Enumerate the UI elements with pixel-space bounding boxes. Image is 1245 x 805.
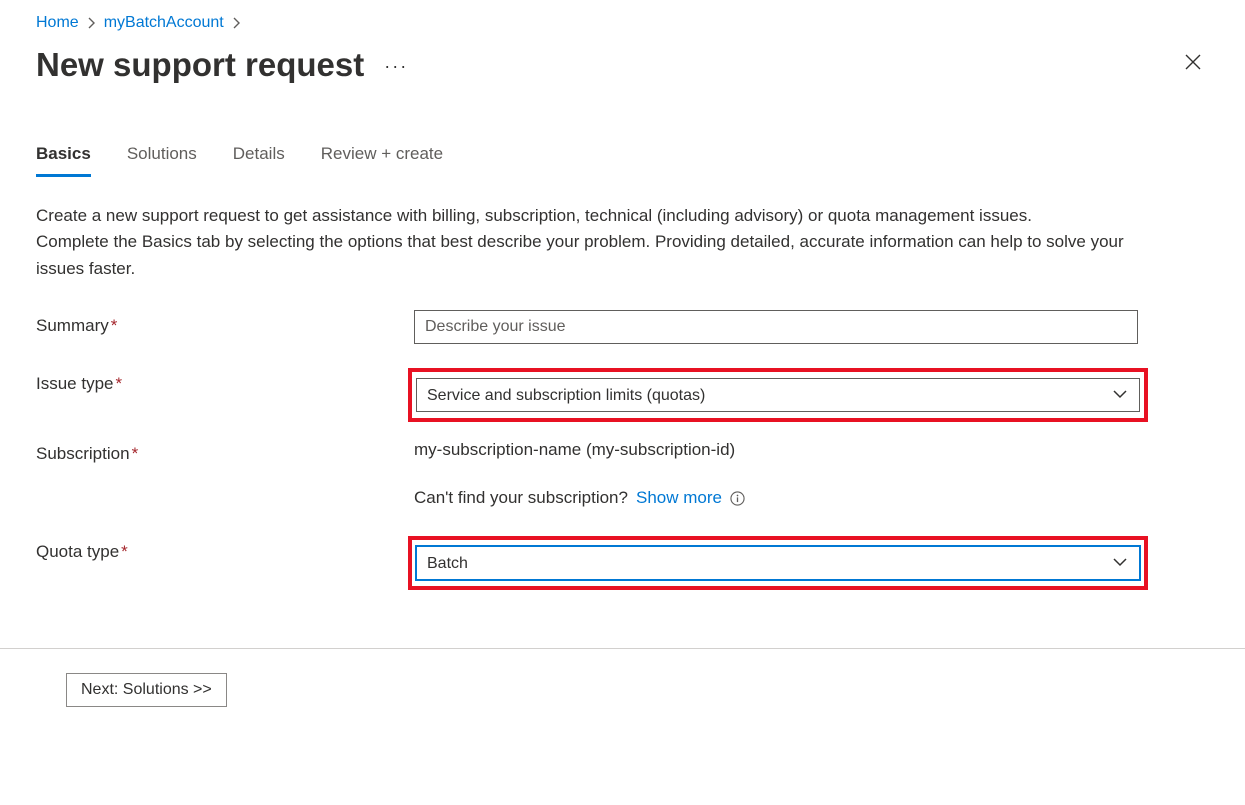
- breadcrumb: Home myBatchAccount: [36, 8, 1209, 46]
- summary-input[interactable]: [414, 310, 1138, 344]
- breadcrumb-home[interactable]: Home: [36, 14, 79, 32]
- tab-basics[interactable]: Basics: [36, 144, 91, 177]
- subscription-label: Subscription*: [36, 438, 414, 464]
- more-menu-button[interactable]: ···: [384, 57, 408, 75]
- subscription-value: my-subscription-name (my-subscription-id…: [414, 438, 1138, 460]
- tab-solutions[interactable]: Solutions: [127, 144, 197, 177]
- close-button[interactable]: [1177, 46, 1209, 78]
- summary-label: Summary*: [36, 310, 414, 336]
- issue-type-select[interactable]: Service and subscription limits (quotas): [416, 378, 1140, 412]
- issue-type-highlight: Service and subscription limits (quotas): [408, 368, 1148, 422]
- next-button[interactable]: Next: Solutions >>: [66, 673, 227, 707]
- chevron-right-icon: [232, 17, 241, 29]
- quota-type-highlight: Batch: [408, 536, 1148, 590]
- tab-review-create[interactable]: Review + create: [321, 144, 443, 177]
- quota-type-label: Quota type*: [36, 536, 414, 562]
- show-more-link[interactable]: Show more: [636, 488, 722, 508]
- description-text: Create a new support request to get assi…: [36, 203, 1136, 282]
- quota-type-select[interactable]: Batch: [416, 546, 1140, 580]
- chevron-right-icon: [87, 17, 96, 29]
- breadcrumb-account[interactable]: myBatchAccount: [104, 14, 224, 32]
- page-title: New support request: [36, 46, 364, 84]
- tabs: Basics Solutions Details Review + create: [36, 144, 1209, 177]
- info-icon[interactable]: [730, 491, 745, 506]
- issue-type-label: Issue type*: [36, 368, 414, 394]
- tab-details[interactable]: Details: [233, 144, 285, 177]
- subscription-hint-text: Can't find your subscription?: [414, 488, 628, 508]
